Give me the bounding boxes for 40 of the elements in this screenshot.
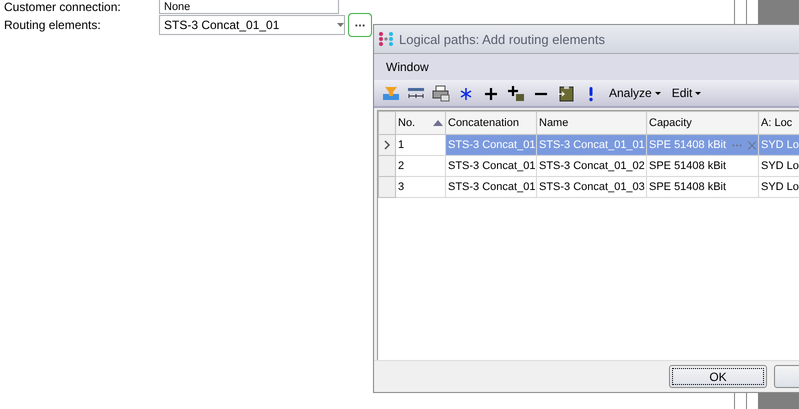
column-header[interactable]: Name — [536, 112, 646, 134]
table-cell: STS-3 Concat_01_01 — [536, 134, 646, 156]
app-logo-icon — [378, 31, 394, 47]
table-cell: SYD Lo — [758, 134, 799, 156]
dropdown-field[interactable]: STS-3 Concat_01_01 — [159, 15, 345, 35]
table-cell: 3 — [396, 176, 446, 198]
dropdown-arrow-icon — [654, 92, 661, 94]
sort-ascending-icon — [433, 120, 443, 126]
field-label: Customer connection: — [4, 0, 122, 14]
column-header[interactable]: No. — [396, 112, 446, 134]
input-field[interactable]: None — [159, 0, 339, 14]
field-label: Routing elements: — [4, 18, 102, 32]
table-cell: STS-3 Concat_01 — [446, 156, 536, 176]
toolbar-menu[interactable]: Analyze — [607, 86, 663, 100]
ellipsis-icon[interactable] — [355, 24, 365, 26]
table-cell: SPE 51408 kBit — [646, 156, 758, 176]
ok-button[interactable]: OK — [669, 365, 767, 388]
table-cell: STS-3 Concat_01_03 — [536, 176, 646, 198]
column-header[interactable]: A: Loc — [758, 112, 799, 134]
toolbar-menu[interactable]: Edit — [670, 86, 704, 100]
row-header — [378, 112, 396, 134]
clipboard-icon[interactable] — [557, 84, 575, 102]
printer-icon[interactable] — [432, 84, 450, 102]
cell-value: SPE 51408 kBit — [649, 139, 726, 151]
dropdown-arrow-icon — [337, 23, 344, 27]
table-cell: STS-3 Concat_01_02 — [536, 156, 646, 176]
menu-item[interactable]: Window — [386, 60, 429, 74]
column-header[interactable]: Capacity — [646, 112, 758, 134]
dropdown-arrow-icon — [695, 92, 702, 94]
filter-icon[interactable] — [382, 84, 400, 102]
column-header[interactable]: Concatenation — [446, 112, 536, 134]
add-item-icon[interactable] — [507, 84, 525, 102]
table-cell: 2 — [396, 156, 446, 176]
window-title: Logical paths: Add routing elements — [399, 32, 605, 46]
table-cell: STS-3 Concat_01 — [446, 134, 536, 156]
column-label: No. — [398, 117, 416, 129]
current-row-icon — [383, 140, 391, 150]
row-header[interactable] — [378, 134, 396, 156]
table-cell: SPE 51408 kBit — [646, 176, 758, 198]
table-cell: STS-3 Concat_01 — [446, 176, 536, 198]
